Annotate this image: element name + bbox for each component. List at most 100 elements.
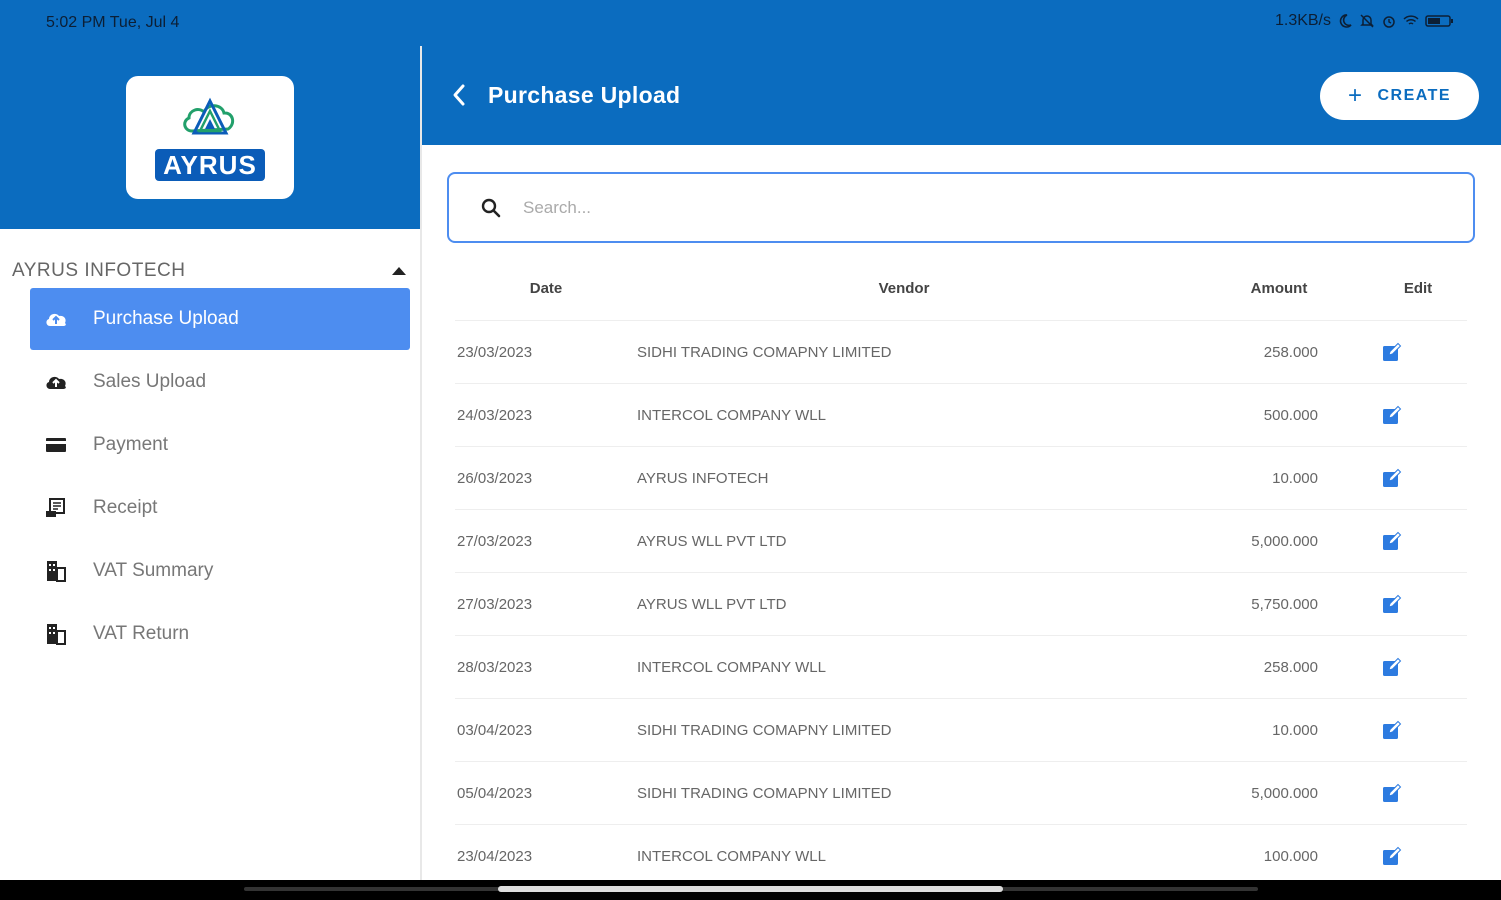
table-row[interactable]: 23/03/2023 SIDHI TRADING COMAPNY LIMITED 2… (455, 321, 1467, 384)
cell-amount: 100.000 (1263, 847, 1318, 865)
search-box (447, 172, 1475, 243)
status-time: 5:02 PM Tue, Jul 4 (46, 14, 180, 31)
ayrus-logo-icon (183, 97, 235, 134)
cell-vendor: AYRUS INFOTECH (637, 469, 769, 487)
table-row[interactable]: 27/03/2023 AYRUS WLL PVT LTD 5,750.000 (455, 573, 1467, 636)
chevron-left-icon (453, 84, 465, 106)
sidebar-item-vat-return[interactable]: VAT Return (30, 603, 410, 665)
cell-vendor: AYRUS WLL PVT LTD (637, 595, 787, 613)
column-header-amount[interactable]: Amount (1169, 280, 1389, 297)
status-bar: 5:02 PM Tue, Jul 4 1.3KB/s (0, 0, 1501, 46)
cell-edit (1318, 719, 1465, 741)
cell-vendor: SIDHI TRADING COMAPNY LIMITED (637, 343, 892, 361)
cell-edit (1318, 593, 1465, 615)
column-header-edit: Edit (1403, 279, 1433, 297)
sidebar-item-label: VAT Summary (93, 560, 214, 581)
sidebar-item-label: VAT Return (93, 623, 190, 644)
edit-icon[interactable] (1381, 404, 1403, 426)
sidebar-item-vat-summary[interactable]: VAT Summary (30, 540, 410, 602)
table-row[interactable]: 24/03/2023 INTERCOL COMPANY WLL 500.000 (455, 384, 1467, 447)
cell-date: 03/04/2023 (457, 721, 533, 739)
plus-icon: + (1347, 82, 1364, 109)
cell-vendor: SIDHI TRADING COMAPNY LIMITED (637, 784, 892, 802)
building-icon (44, 559, 68, 583)
sidebar-item-label: Purchase Upload (93, 308, 239, 329)
sidebar-item-label: Payment (93, 434, 168, 455)
cell-amount: 500.000 (1263, 406, 1318, 424)
cell-edit (1318, 404, 1465, 426)
cell-edit (1318, 656, 1465, 678)
moon-icon (1339, 14, 1352, 28)
cell-edit (1318, 530, 1465, 552)
sidebar-item-label: Sales Upload (93, 371, 207, 392)
system-nav-bar (0, 880, 1501, 900)
search-input[interactable] (523, 197, 1423, 218)
edit-icon[interactable] (1381, 530, 1403, 552)
cell-vendor: SIDHI TRADING COMAPNY LIMITED (637, 721, 892, 739)
battery-icon (1425, 15, 1453, 27)
cell-date: 23/04/2023 (457, 847, 533, 865)
sidebar-menu: Purchase Upload Sales Upload Payment Rec… (30, 288, 410, 666)
status-icons: 1.3KB/s (1275, 12, 1455, 30)
cell-edit (1318, 845, 1465, 867)
cell-date: 26/03/2023 (457, 469, 533, 487)
back-button[interactable] (444, 80, 474, 110)
sidebar-header: AYRUS (0, 46, 420, 229)
cell-amount: 5,000.000 (1251, 784, 1318, 802)
cell-amount: 10.000 (1272, 721, 1318, 739)
cloud-upload-icon (44, 370, 68, 394)
column-header-date[interactable]: Date (455, 280, 637, 297)
cell-date: 27/03/2023 (457, 595, 533, 613)
table-row[interactable]: 26/03/2023 AYRUS INFOTECH 10.000 (455, 447, 1467, 510)
sidebar-item-label: Receipt (93, 497, 158, 518)
cell-vendor: AYRUS WLL PVT LTD (637, 532, 787, 550)
home-handle[interactable] (498, 886, 1003, 892)
sidebar: AYRUS AYRUS INFOTECH Purchase Upload Sal… (0, 46, 420, 880)
sidebar-item-purchase-upload[interactable]: Purchase Upload (30, 288, 410, 350)
receipt-icon (44, 496, 68, 520)
alarm-icon (1383, 16, 1395, 28)
net-speed: 1.3KB/s (1274, 12, 1331, 29)
app-bar: Purchase Upload + CREATE (422, 46, 1501, 145)
sidebar-item-payment[interactable]: Payment (30, 414, 410, 476)
edit-icon[interactable] (1381, 593, 1403, 615)
edit-icon[interactable] (1381, 782, 1403, 804)
column-header-vendor[interactable]: Vendor (637, 280, 1169, 297)
cell-date: 24/03/2023 (457, 406, 533, 424)
cell-edit (1318, 341, 1465, 363)
company-toggle[interactable]: AYRUS INFOTECH (12, 257, 412, 285)
purchase-table: Date Vendor Amount Edit 23/03/2023 SIDHI … (455, 256, 1467, 888)
table-row[interactable]: 05/04/2023 SIDHI TRADING COMAPNY LIMITED 5… (455, 762, 1467, 825)
table-body: 23/03/2023 SIDHI TRADING COMAPNY LIMITED 2… (455, 321, 1467, 888)
edit-icon[interactable] (1381, 719, 1403, 741)
edit-icon[interactable] (1381, 845, 1403, 867)
building-icon (44, 622, 68, 646)
cell-amount: 5,000.000 (1251, 532, 1318, 550)
table-row[interactable]: 03/04/2023 SIDHI TRADING COMAPNY LIMITED 1… (455, 699, 1467, 762)
table-row[interactable]: 27/03/2023 AYRUS WLL PVT LTD 5,000.000 (455, 510, 1467, 573)
edit-icon[interactable] (1381, 656, 1403, 678)
logo-text: AYRUS (155, 148, 265, 181)
table-header: Date Vendor Amount Edit (455, 256, 1467, 321)
search-icon (481, 198, 501, 217)
cell-vendor: INTERCOL COMPANY WLL (637, 847, 826, 865)
create-button[interactable]: + CREATE (1320, 72, 1479, 120)
sidebar-item-sales-upload[interactable]: Sales Upload (30, 351, 410, 413)
cell-date: 28/03/2023 (457, 658, 533, 676)
table-row[interactable]: 28/03/2023 INTERCOL COMPANY WLL 258.000 (455, 636, 1467, 699)
sidebar-item-receipt[interactable]: Receipt (30, 477, 410, 539)
logo: AYRUS (126, 76, 294, 199)
cell-amount: 258.000 (1263, 658, 1318, 676)
cell-amount: 10.000 (1272, 469, 1318, 487)
edit-icon[interactable] (1381, 467, 1403, 489)
cell-date: 23/03/2023 (457, 343, 533, 361)
page-title: Purchase Upload (488, 82, 681, 108)
cell-date: 05/04/2023 (457, 784, 533, 802)
table-row[interactable]: 23/04/2023 INTERCOL COMPANY WLL 100.000 (455, 825, 1467, 888)
cell-edit (1318, 782, 1465, 804)
sidebar-divider (420, 46, 422, 880)
credit-card-icon (44, 433, 68, 457)
cloud-upload-icon (44, 307, 68, 331)
edit-icon[interactable] (1381, 341, 1403, 363)
bell-off-icon (1360, 14, 1374, 28)
